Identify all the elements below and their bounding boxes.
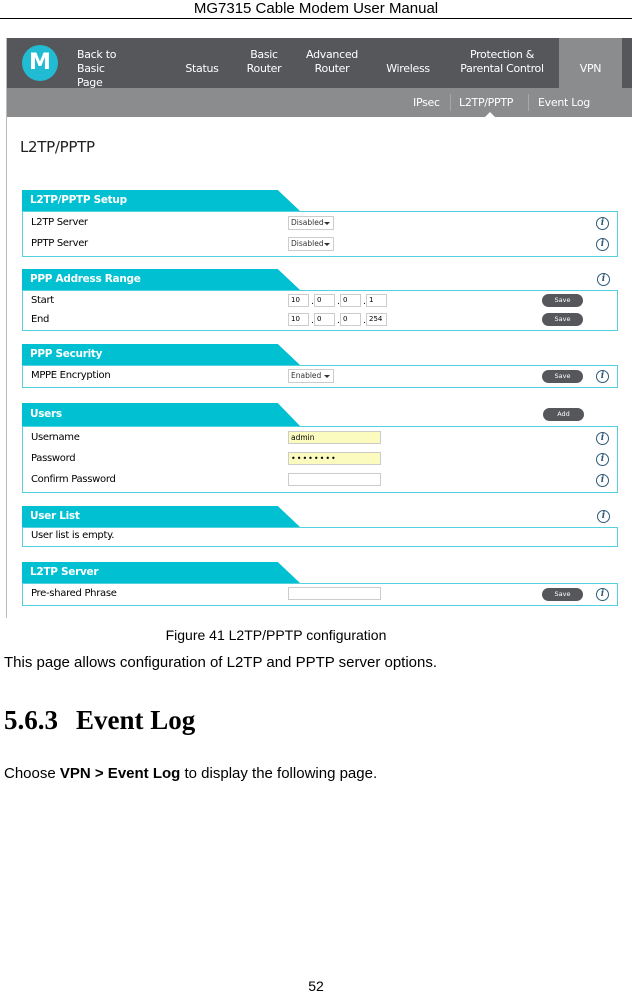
info-icon[interactable]: i <box>597 510 610 523</box>
end-ip-1[interactable]: 10 <box>288 313 309 326</box>
menu-path: VPN > Event Log <box>59 765 181 782</box>
top-nav: M Back to Basic Page Status Basic Router… <box>7 38 632 90</box>
active-tab-caret <box>485 112 495 117</box>
start-ip-2[interactable]: 0 <box>314 294 335 307</box>
paragraph: Choose VPN > Event Log to display the fo… <box>4 765 377 782</box>
nav-vpn-label: VPN <box>579 62 602 75</box>
save-button[interactable]: Save <box>542 588 583 601</box>
save-button[interactable]: Save <box>542 294 583 307</box>
label: End <box>31 314 50 325</box>
router-screenshot: M Back to Basic Page Status Basic Router… <box>6 38 632 618</box>
info-icon[interactable]: i <box>596 238 609 251</box>
password-input[interactable]: •••••••• <box>288 452 381 465</box>
text: Choose <box>4 765 60 782</box>
label: PPTP Server <box>31 238 88 249</box>
nav-basic-router[interactable]: Basic Router <box>243 48 285 76</box>
l2tp-server-select[interactable]: Disabled <box>288 216 334 230</box>
start-ip-3[interactable]: 0 <box>340 294 361 307</box>
setup-section: L2TP/PPTP Setup L2TP Server Disabled i PPT… <box>22 190 618 257</box>
save-button[interactable]: Save <box>542 313 583 326</box>
nav-vpn[interactable]: VPN <box>559 38 622 88</box>
save-button[interactable]: Save <box>542 370 583 383</box>
address-range-section: PPP Address Range i Start 10. 0. 0. 1 Sa… <box>22 269 618 331</box>
figure-caption: Figure 41 L2TP/PPTP configuration <box>165 627 387 643</box>
pptp-server-select[interactable]: Disabled <box>288 237 334 251</box>
section-title: PPP Security <box>22 344 300 365</box>
section-title: L2TP/PPTP Setup <box>22 190 300 211</box>
info-icon[interactable]: i <box>596 588 609 601</box>
tab-event-log[interactable]: Event Log <box>538 96 590 109</box>
label: L2TP Server <box>31 217 88 228</box>
nav-status[interactable]: Status <box>182 62 222 76</box>
info-icon[interactable]: i <box>596 370 609 383</box>
confirm-password-input[interactable] <box>288 473 381 486</box>
nav-advanced-router[interactable]: Advanced Router <box>303 48 361 76</box>
page-title: L2TP/PPTP <box>20 138 95 156</box>
label: Username <box>31 432 80 443</box>
label: Start <box>31 295 54 306</box>
section-title: PPP Address Range <box>22 269 300 290</box>
start-ip-1[interactable]: 10 <box>288 294 309 307</box>
end-ip-2[interactable]: 0 <box>314 313 335 326</box>
info-icon[interactable]: i <box>596 432 609 445</box>
add-button[interactable]: Add <box>543 408 584 421</box>
empty-message: User list is empty. <box>31 530 115 541</box>
mppe-select[interactable]: Enabled <box>288 369 334 383</box>
label: Confirm Password <box>31 474 116 485</box>
text: to display the following page. <box>180 765 378 782</box>
nav-wireless[interactable]: Wireless <box>381 62 435 76</box>
info-icon[interactable]: i <box>596 217 609 230</box>
label: MPPE Encryption <box>31 370 111 381</box>
pre-shared-phrase-input[interactable] <box>288 587 381 600</box>
divider <box>450 94 451 111</box>
security-section: PPP Security MPPE Encryption Enabled Save i <box>22 344 618 388</box>
user-list-section: User List i User list is empty. <box>22 506 618 547</box>
label: Pre-shared Phrase <box>31 588 117 599</box>
doc-header: MG7315 Cable Modem User Manual <box>193 0 439 17</box>
l2tp-server-section: L2TP Server Pre-shared Phrase Save i <box>22 562 618 606</box>
paragraph: This page allows configuration of L2TP a… <box>4 654 438 671</box>
section-title: L2TP Server <box>22 562 300 583</box>
divider <box>528 94 529 111</box>
header-rule <box>0 18 632 19</box>
tab-l2tp-pptp[interactable]: L2TP/PPTP <box>459 96 513 109</box>
section-number: 5.6.3 <box>4 705 58 735</box>
label: Password <box>31 453 76 464</box>
section-title: Users <box>22 403 300 426</box>
info-icon[interactable]: i <box>596 474 609 487</box>
sub-nav: IPsec L2TP/PPTP Event Log <box>7 88 632 117</box>
section-heading: 5.6.3 Event Log <box>4 705 195 736</box>
users-section: Users Add Username admin i Password •••••••… <box>22 403 618 493</box>
tab-ipsec[interactable]: IPsec <box>413 96 440 109</box>
nav-protection[interactable]: Protection & Parental Control <box>455 48 549 76</box>
info-icon[interactable]: i <box>597 273 610 286</box>
info-icon[interactable]: i <box>596 453 609 466</box>
start-ip-4[interactable]: 1 <box>366 294 387 307</box>
motorola-logo: M <box>22 45 58 81</box>
end-ip-4[interactable]: 254 <box>366 313 387 326</box>
section-title: User List <box>22 506 300 527</box>
end-ip-3[interactable]: 0 <box>340 313 361 326</box>
section-title: Event Log <box>76 705 196 735</box>
nav-back[interactable]: Back to Basic Page <box>77 48 133 90</box>
username-input[interactable]: admin <box>288 431 381 444</box>
